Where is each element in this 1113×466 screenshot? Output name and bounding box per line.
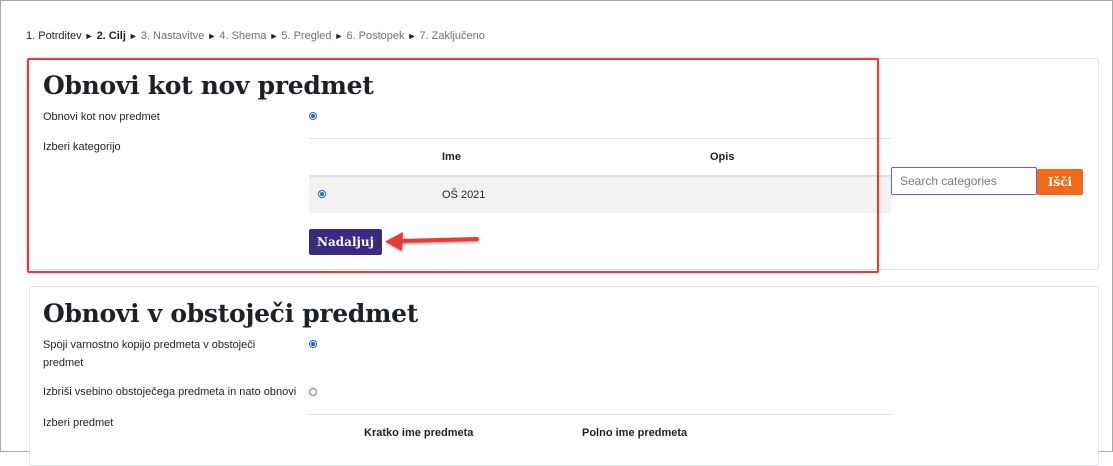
breadcrumb-step-schema: 4. Shema — [219, 30, 267, 42]
category-table-top-border — [309, 138, 891, 139]
course-table-top-border — [309, 414, 891, 415]
breadcrumb-separator-icon: ► — [269, 31, 279, 41]
continue-button[interactable]: Nadaljuj — [309, 229, 382, 255]
delete-content-label: Izbriši vsebino obstoječega predmeta in … — [43, 386, 297, 398]
category-row-radio[interactable] — [318, 190, 326, 198]
restore-new-radio[interactable] — [309, 112, 317, 120]
breadcrumb-step-confirm: 1. Potrditev — [26, 30, 82, 42]
breadcrumb-separator-icon: ► — [334, 31, 344, 41]
course-table-header-short-name: Kratko ime predmeta — [364, 427, 474, 439]
breadcrumb-separator-icon: ► — [207, 31, 217, 41]
breadcrumb-separator-icon: ► — [128, 31, 138, 41]
search-button[interactable]: Išči — [1037, 169, 1083, 195]
table-row[interactable] — [309, 177, 891, 213]
merge-backup-label-line2: predmet — [43, 357, 84, 369]
delete-content-radio[interactable] — [309, 388, 317, 396]
breadcrumb: 1. Potrditev ► 2. Cilj ► 3. Nastavitve ► 4. Sh… — [26, 30, 485, 42]
merge-backup-label: Spoji varnostno kopijo predmeta v obstoj… — [43, 336, 255, 372]
restore-existing-title: Obnovi v obstoječi predmet — [43, 299, 419, 328]
pointer-arrow-icon — [385, 232, 479, 251]
breadcrumb-step-settings: 3. Nastavitve — [140, 30, 205, 42]
category-table-header-name: Ime — [442, 151, 461, 163]
restore-new-option-label: Obnovi kot nov predmet — [43, 111, 160, 123]
breadcrumb-step-complete: 7. Zaključeno — [419, 30, 485, 42]
breadcrumb-step-review: 5. Pregled — [281, 30, 332, 42]
course-select-label: Izberi predmet — [43, 417, 114, 429]
category-select-label: Izberi kategorijo — [43, 141, 121, 153]
merge-backup-radio[interactable] — [309, 340, 317, 348]
search-categories-input[interactable] — [891, 167, 1037, 195]
breadcrumb-step-destination: 2. Cilj — [96, 30, 126, 42]
breadcrumb-separator-icon: ► — [84, 31, 94, 41]
restore-new-title: Obnovi kot nov predmet — [43, 71, 374, 100]
category-table-header-description: Opis — [710, 151, 735, 163]
course-table-header-full-name: Polno ime predmeta — [582, 427, 688, 439]
breadcrumb-step-process: 6. Postopek — [346, 30, 405, 42]
category-row-name: OŠ 2021 — [442, 189, 486, 201]
breadcrumb-separator-icon: ► — [407, 31, 417, 41]
merge-backup-label-line1: Spoji varnostno kopijo predmeta v obstoj… — [43, 339, 256, 351]
